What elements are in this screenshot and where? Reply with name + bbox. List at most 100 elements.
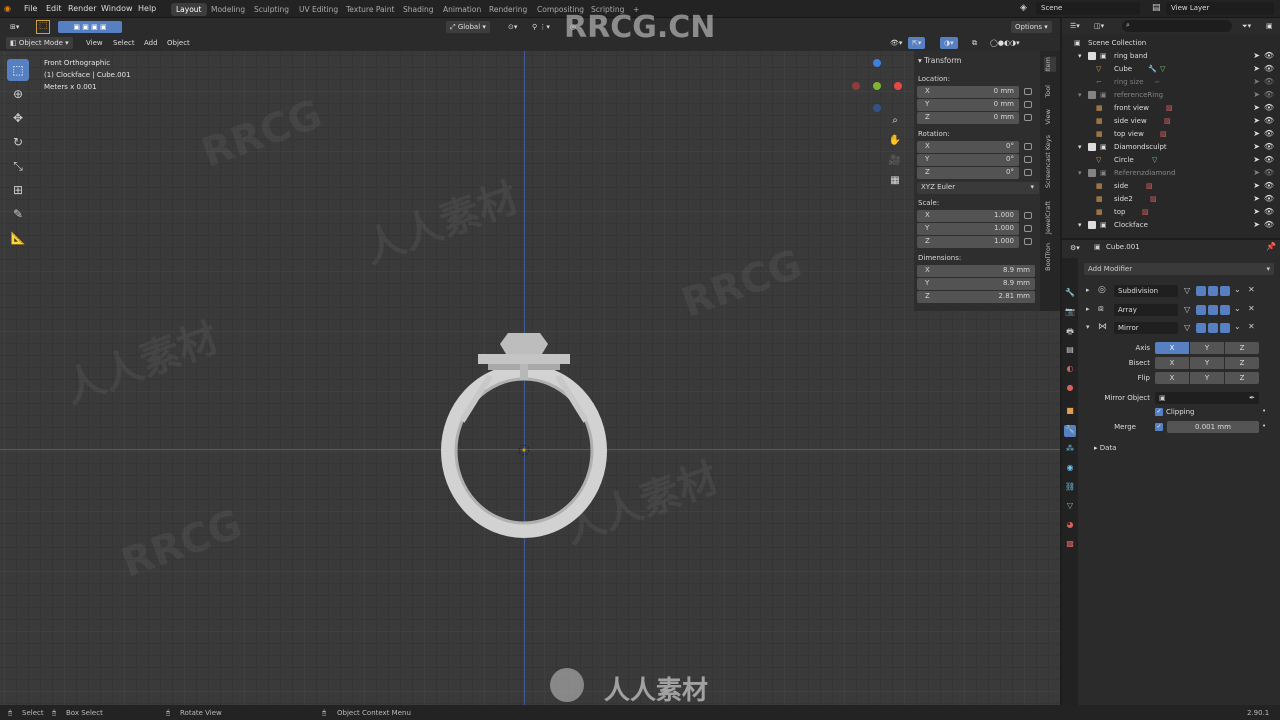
close-icon[interactable]: ✕	[1248, 322, 1255, 331]
overlay-toggle-icon[interactable]: ◑▾	[940, 37, 958, 49]
menu-view[interactable]: View	[82, 37, 107, 49]
measure-tool-icon[interactable]: 📐	[7, 227, 29, 249]
tab-rendering[interactable]: Rendering	[484, 3, 532, 16]
bisect-x-toggle[interactable]: X	[1155, 357, 1189, 369]
add-modifier-dropdown[interactable]: Add Modifier ▾	[1084, 263, 1274, 275]
chevron-down-icon[interactable]: ⌄	[1234, 304, 1241, 313]
pin-icon[interactable]: 📌	[1266, 242, 1276, 251]
eye-icon[interactable]: 👁	[1264, 194, 1274, 203]
pan-hand-icon[interactable]: ✋	[888, 135, 902, 149]
eye-icon[interactable]: 👁	[1264, 64, 1274, 73]
view-layer-selector[interactable]: View Layer	[1166, 2, 1274, 15]
tab-tool[interactable]: Tool	[1044, 85, 1056, 98]
edit-mode-cage-icon[interactable]: ▽	[1184, 286, 1194, 296]
outliner-item[interactable]: ▦ front view ▨ ➤ 👁	[1062, 102, 1280, 115]
move-tool-icon[interactable]: ✥	[7, 107, 29, 129]
flip-x-toggle[interactable]: X	[1155, 372, 1189, 384]
editor-type-icon[interactable]: ⚙▾	[1066, 242, 1084, 254]
clipping-checkbox[interactable]: ✓	[1155, 408, 1163, 416]
editor-type-icon[interactable]: ⊞▾	[6, 21, 23, 33]
rotate-tool-icon[interactable]: ↻	[7, 131, 29, 153]
transform-header[interactable]: ▾ Transform	[918, 56, 961, 65]
select-arrow-icon[interactable]: ➤	[1253, 194, 1260, 203]
eyedropper-icon[interactable]: ✒	[1249, 392, 1255, 404]
expand-arrow-icon[interactable]: ▸	[1086, 305, 1090, 313]
annotate-tool-icon[interactable]: ✎	[7, 203, 29, 225]
cursor-tool-icon[interactable]: ⊕	[7, 83, 29, 105]
ortho-grid-icon[interactable]: ▦	[888, 175, 902, 189]
tab-animation[interactable]: Animation	[438, 3, 486, 16]
constraints-icon[interactable]: ⛓	[1064, 482, 1076, 494]
modifier-wrench-icon[interactable]: 🔧	[1064, 425, 1076, 437]
select-arrow-icon[interactable]: ➤	[1253, 142, 1260, 151]
edit-mode-icon[interactable]	[1196, 286, 1206, 296]
select-arrow-icon[interactable]: ➤	[1253, 103, 1260, 112]
world-icon[interactable]: ●	[1064, 383, 1076, 395]
tab-booltron[interactable]: BoolTron	[1044, 243, 1056, 271]
filter-icon[interactable]: ⏷▾	[1238, 20, 1255, 32]
view-layer-icon[interactable]: ▤	[1064, 345, 1076, 357]
lock-icon[interactable]	[1024, 101, 1032, 108]
lock-icon[interactable]	[1024, 169, 1032, 176]
menu-object[interactable]: Object	[163, 37, 194, 49]
edit-mode-cage-icon[interactable]: ▽	[1184, 305, 1194, 315]
menu-select[interactable]: Select	[109, 37, 139, 49]
pivot-icon[interactable]: ⊙▾	[504, 21, 521, 33]
tab-modeling[interactable]: Modeling	[206, 3, 250, 16]
texture-icon[interactable]: ▩	[1064, 539, 1076, 551]
neg-z-axis-gizmo[interactable]	[873, 104, 881, 112]
tool-settings-icon[interactable]: 🔧	[1064, 288, 1076, 300]
data-subpanel[interactable]: ▸ Data	[1094, 444, 1116, 452]
modifier-name[interactable]: Mirror	[1114, 322, 1178, 334]
location-z-field[interactable]: Z0 mm	[917, 112, 1019, 124]
checkbox[interactable]	[1088, 169, 1096, 177]
dimensions-z-field[interactable]: Z 2.81 mm	[917, 291, 1035, 303]
outliner-item[interactable]: ▽ Circle ▽ ➤ 👁	[1062, 154, 1280, 167]
xray-icon[interactable]: ⧉	[968, 37, 981, 49]
eye-icon[interactable]: 👁	[1264, 51, 1274, 60]
bisect-y-toggle[interactable]: Y	[1190, 357, 1224, 369]
select-arrow-icon[interactable]: ➤	[1253, 129, 1260, 138]
checkbox[interactable]	[1088, 221, 1096, 229]
render-camera-icon[interactable]	[1220, 286, 1230, 296]
tab-item[interactable]: Item	[1044, 57, 1056, 72]
flip-z-toggle[interactable]: Z	[1225, 372, 1259, 384]
modifier-name[interactable]: Subdivision	[1114, 285, 1178, 297]
outliner-item[interactable]: ▾ ▣ ring band ➤ 👁	[1062, 50, 1280, 63]
scale-x-field[interactable]: X 1.000	[917, 210, 1019, 222]
rotation-mode-dropdown[interactable]: XYZ Euler ▾	[917, 182, 1039, 194]
scale-z-field[interactable]: Z 1.000	[917, 236, 1019, 248]
shading-modes-icon[interactable]: ◯●◐◑▾	[986, 37, 1024, 49]
modifier-name[interactable]: Array	[1114, 304, 1178, 316]
chevron-down-icon[interactable]: ⌄	[1234, 285, 1241, 294]
z-axis-gizmo[interactable]	[873, 59, 881, 67]
outliner-item[interactable]: ▦ side2 ▨ ➤ 👁	[1062, 193, 1280, 206]
keyframe-dot-icon[interactable]: •	[1262, 422, 1266, 430]
outliner-search-input[interactable]	[1122, 20, 1232, 32]
dimensions-y-field[interactable]: Y 8.9 mm	[917, 278, 1035, 290]
select-mode-buttons[interactable]: ▣ ▣ ▣ ▣	[58, 21, 122, 33]
lock-icon[interactable]	[1024, 156, 1032, 163]
outliner-item[interactable]: ▦ top ▨ ➤ 👁	[1062, 206, 1280, 219]
outliner-item[interactable]: ▾ ▣ Referenzdiamond ➤ 👁	[1062, 167, 1280, 180]
select-arrow-icon[interactable]: ➤	[1253, 220, 1260, 229]
editor-type-icon[interactable]: ☰▾	[1066, 20, 1084, 32]
outliner-item[interactable]: ▦ top view ▨ ➤ 👁	[1062, 128, 1280, 141]
outliner-item-scene-collection[interactable]: ▣ Scene Collection	[1062, 37, 1280, 50]
blender-logo-icon[interactable]: ◉	[4, 4, 11, 13]
location-x-field[interactable]: X0 mm	[917, 86, 1019, 98]
select-arrow-icon[interactable]: ➤	[1253, 116, 1260, 125]
x-axis-gizmo[interactable]	[894, 82, 902, 90]
physics-icon[interactable]: ◉	[1064, 463, 1076, 475]
eye-icon[interactable]: 👁	[1264, 168, 1274, 177]
neg-x-axis-gizmo[interactable]	[852, 82, 860, 90]
eye-icon[interactable]: 👁	[1264, 90, 1274, 99]
eye-icon[interactable]: 👁	[1264, 116, 1274, 125]
select-arrow-icon[interactable]: ➤	[1253, 181, 1260, 190]
lock-icon[interactable]	[1024, 225, 1032, 232]
object-properties-icon[interactable]: ■	[1064, 406, 1076, 418]
axis-y-toggle[interactable]: Y	[1190, 342, 1224, 354]
checkbox[interactable]	[1088, 143, 1096, 151]
material-icon[interactable]: ◕	[1064, 520, 1076, 532]
y-axis-gizmo[interactable]	[873, 82, 881, 90]
